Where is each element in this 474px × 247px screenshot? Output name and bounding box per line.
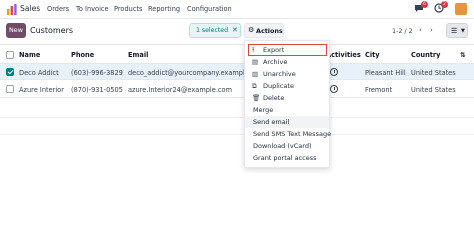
header-email[interactable]: Email <box>128 51 148 59</box>
cell-email: azure.Interior24@example.com <box>128 86 232 94</box>
menu-item-unarchive[interactable]: ▥ Unarchive <box>245 68 329 80</box>
pager-value[interactable]: 1-2 / 2 <box>392 27 413 35</box>
user-avatar[interactable] <box>455 3 467 15</box>
table-row[interactable]: Azure Interior (870)-931-0505 azure.Inte… <box>0 81 474 98</box>
menu-configuration[interactable]: Configuration <box>187 5 232 13</box>
cell-name: Azure Interior <box>19 86 64 94</box>
menu-item-archive[interactable]: ▤ Archive <box>245 56 329 68</box>
table-row[interactable]: Deco Addict (603)-996-3829 deco_addict@y… <box>0 63 474 80</box>
menu-products[interactable]: Products <box>114 5 142 13</box>
menu-item-label: Duplicate <box>263 82 294 90</box>
sales-app-icon[interactable] <box>7 4 17 15</box>
trash-icon: 🗑 <box>252 94 261 102</box>
top-navbar: Sales Orders To Invoice Products Reporti… <box>0 0 474 19</box>
cell-country: United States <box>411 86 456 94</box>
menu-item-label: Archive <box>263 58 288 66</box>
cell-phone: (603)-996-3829 <box>71 69 123 77</box>
menu-item-merge[interactable]: Merge <box>245 104 329 116</box>
menu-item-label: Send email <box>253 118 290 126</box>
messages-icon[interactable]: 6 <box>414 1 428 15</box>
export-highlight-box <box>248 44 327 56</box>
header-country[interactable]: Country <box>411 51 440 59</box>
row-checkbox[interactable] <box>6 85 14 93</box>
menu-item-label: Download (vCard) <box>253 142 312 150</box>
chevron-down-icon: ▼ <box>461 28 465 34</box>
menu-item-send-email[interactable]: Send email <box>245 116 329 128</box>
gear-icon: ⚙ <box>248 26 255 34</box>
actions-dropdown-menu: ⭱ Export ▤ Archive ▥ Unarchive ⧉ Duplica… <box>244 40 332 168</box>
clear-selection-icon[interactable]: ✕ <box>232 26 238 34</box>
menu-item-send-sms[interactable]: Send SMS Text Message <box>245 128 332 140</box>
activity-clock-icon[interactable] <box>330 68 338 76</box>
table-divider <box>0 134 474 135</box>
header-phone[interactable]: Phone <box>71 51 94 59</box>
table-top-border <box>0 44 474 45</box>
menu-item-label: Grant portal access <box>253 154 317 162</box>
pager-prev-icon[interactable]: ‹ <box>419 26 422 34</box>
menu-item-label: Unarchive <box>263 70 296 78</box>
menu-item-label: Send SMS Text Message <box>253 130 332 138</box>
selected-count: 1 selected <box>196 27 229 34</box>
menu-item-grant-portal-access[interactable]: Grant portal access <box>245 152 329 164</box>
table-divider <box>0 117 474 118</box>
list-view-icon: ☰ <box>451 27 458 35</box>
cell-phone: (870)-931-0505 <box>71 86 123 94</box>
menu-item-download-vcard[interactable]: Download (vCard) <box>245 140 329 152</box>
menu-orders[interactable]: Orders <box>47 5 69 13</box>
selection-chip: 1 selected ✕ <box>189 23 241 38</box>
header-activities[interactable]: Activities <box>326 51 361 59</box>
activities-clock-icon[interactable]: 2 <box>434 1 448 15</box>
activity-clock-icon[interactable] <box>330 85 338 93</box>
activities-badge: 2 <box>441 1 448 8</box>
unarchive-icon: ▥ <box>252 70 259 78</box>
cell-city: Fremont <box>365 86 393 94</box>
pager-next-icon[interactable]: › <box>430 26 433 34</box>
app-name[interactable]: Sales <box>20 4 40 13</box>
header-city[interactable]: City <box>365 51 380 59</box>
new-button[interactable]: New <box>6 23 26 38</box>
menu-item-delete[interactable]: 🗑 Delete <box>245 92 329 104</box>
messages-badge: 6 <box>421 1 428 8</box>
archive-icon: ▤ <box>252 58 259 66</box>
menu-item-label: Delete <box>263 94 285 102</box>
menu-item-label: Merge <box>253 106 274 114</box>
menu-reporting[interactable]: Reporting <box>148 5 180 13</box>
view-switcher[interactable]: ☰ ▼ <box>446 23 468 38</box>
menu-to-invoice[interactable]: To Invoice <box>76 5 109 13</box>
row-checkbox[interactable] <box>6 68 14 76</box>
cell-country: United States <box>411 69 456 77</box>
menu-item-duplicate[interactable]: ⧉ Duplicate <box>245 80 329 92</box>
actions-button[interactable]: ⚙ Actions <box>244 23 284 38</box>
page-title: Customers <box>30 26 74 35</box>
actions-label: Actions <box>256 27 283 35</box>
cell-city: Pleasant Hill <box>365 69 406 77</box>
cell-name: Deco Addict <box>19 69 59 77</box>
optional-columns-icon[interactable]: ⇅ <box>460 51 466 59</box>
header-name[interactable]: Name <box>19 51 40 59</box>
select-all-checkbox[interactable] <box>6 51 14 59</box>
copy-icon: ⧉ <box>252 82 257 90</box>
